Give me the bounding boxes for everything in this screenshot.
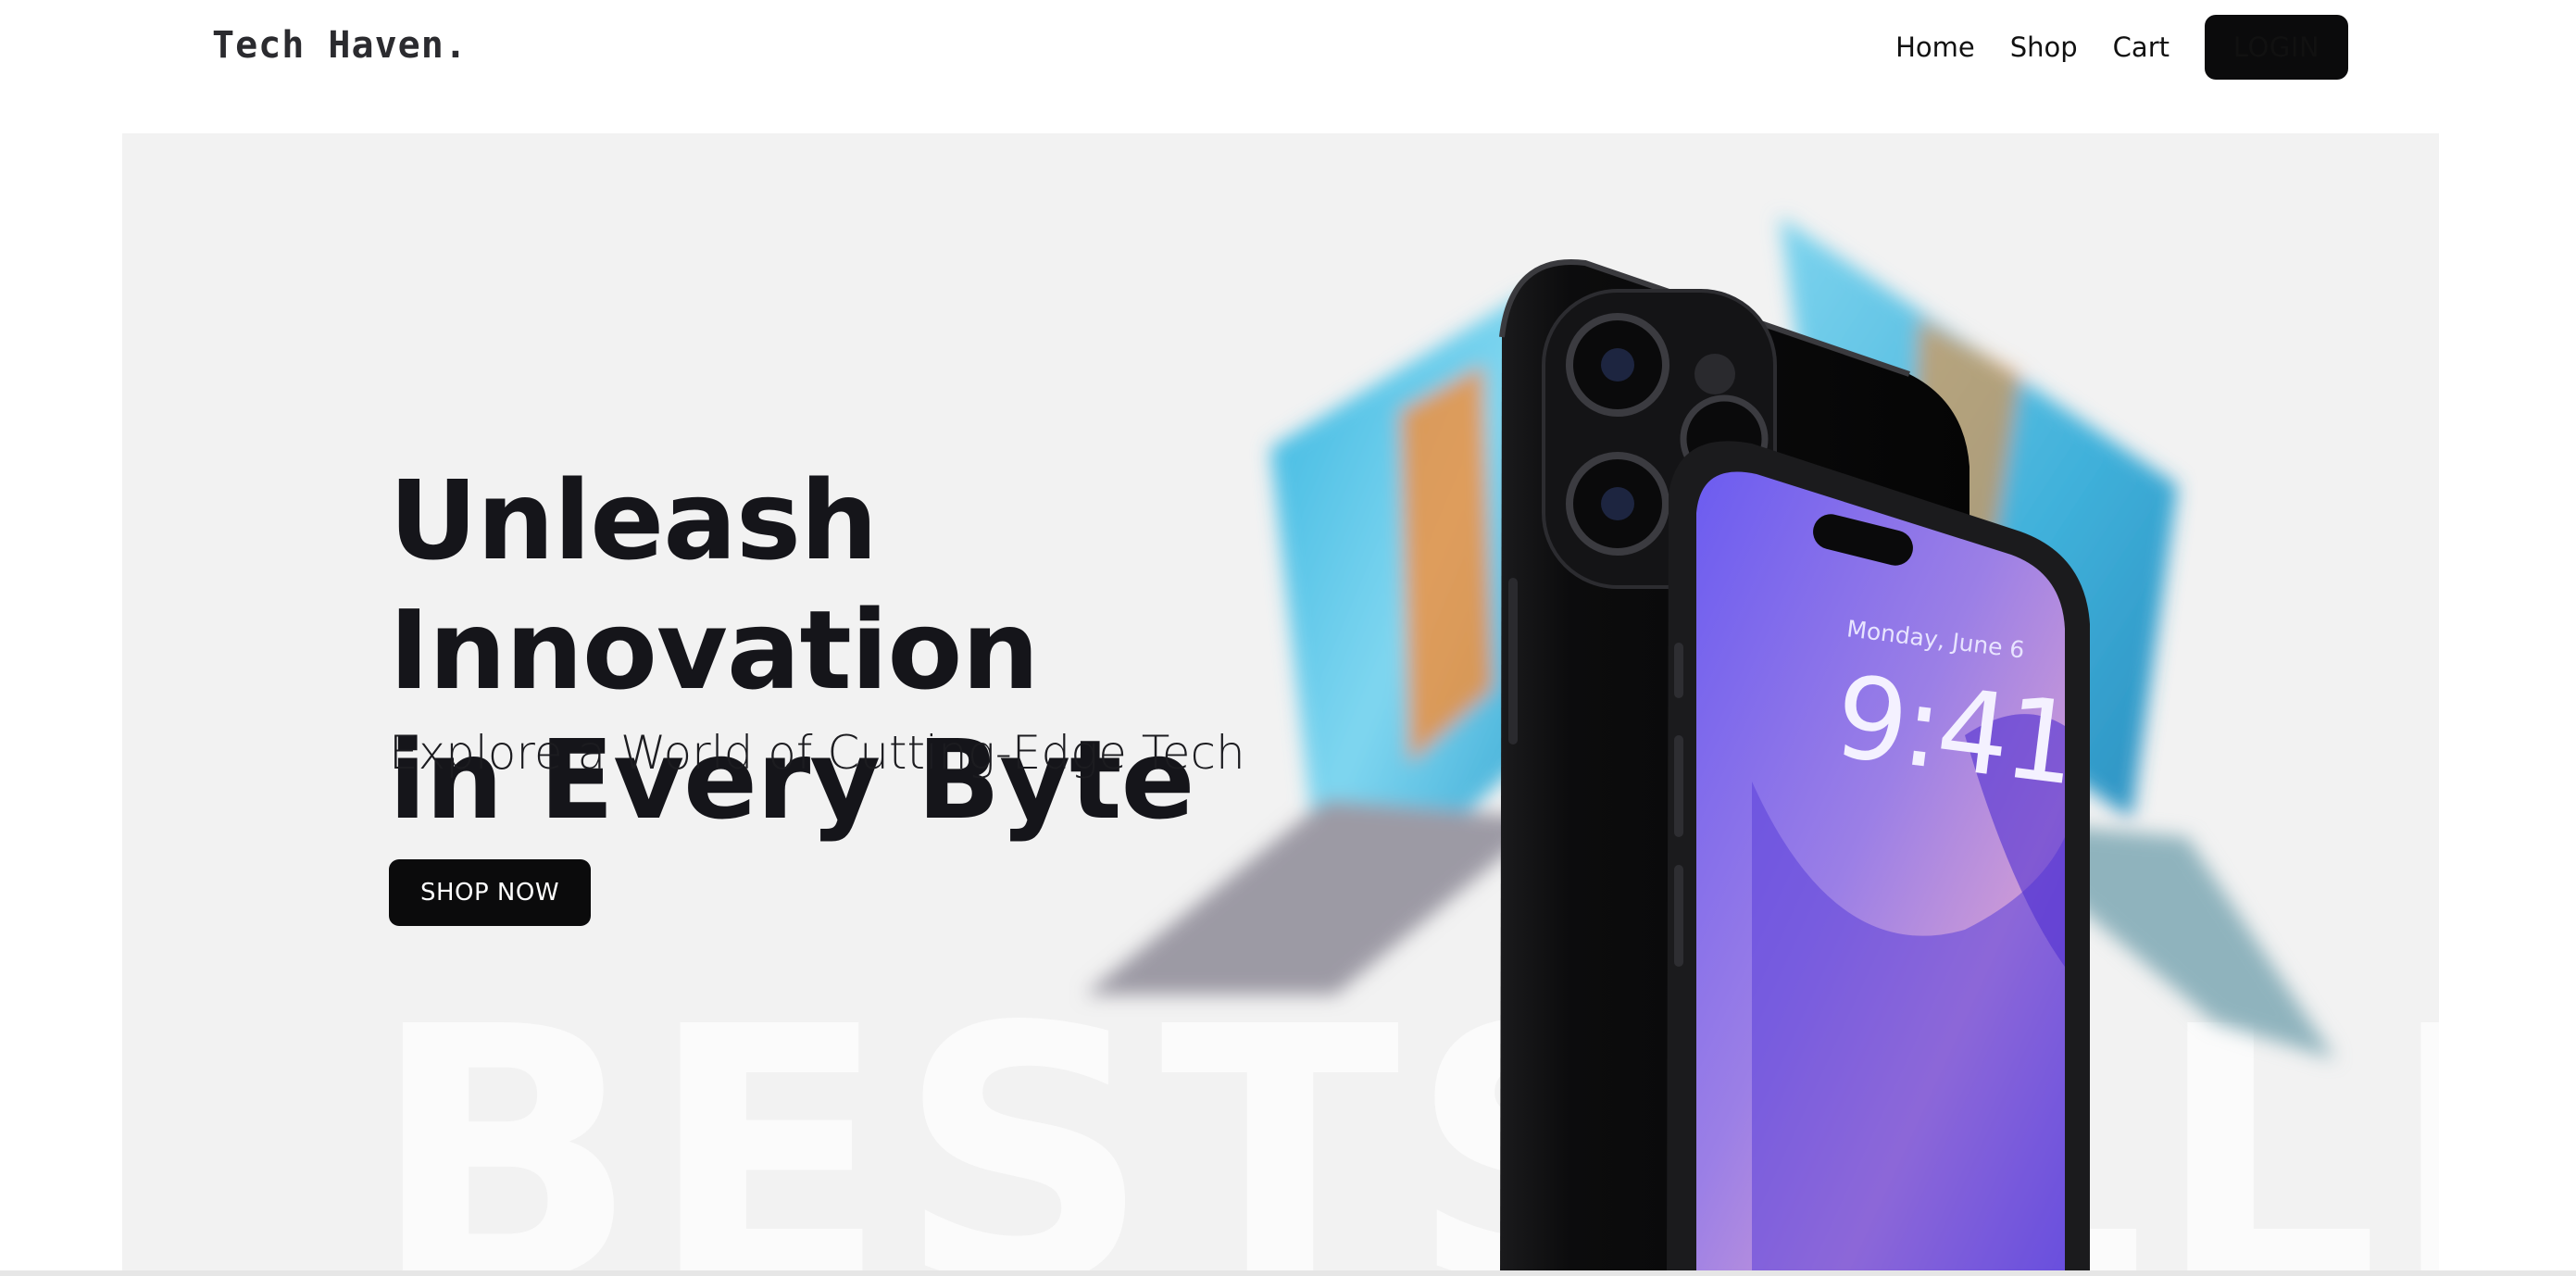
shop-now-button[interactable]: SHOP NOW — [389, 859, 591, 926]
nav-cart-link[interactable]: Cart — [2113, 31, 2170, 63]
nav-home-link[interactable]: Home — [1895, 31, 1975, 63]
hero-subtitle: Explore a World of Cutting-Edge Tech — [389, 726, 1245, 780]
login-button[interactable]: LOGIN — [2205, 15, 2348, 80]
page-bottom-divider — [0, 1270, 2576, 1276]
hero-title: Unleash Innovation in Every Byte — [389, 456, 1407, 844]
hero-banner: BESTSELLE Monday, June 6 9:41 Unleash In… — [122, 133, 2439, 1272]
main-nav: Home Shop Cart LOGIN — [1895, 15, 2348, 80]
brand-logo[interactable]: Tech Haven. — [212, 24, 468, 67]
nav-shop-link[interactable]: Shop — [2010, 31, 2078, 63]
hero-title-line-1: Unleash Innovation — [389, 457, 1039, 714]
site-header: Tech Haven. Home Shop Cart LOGIN — [0, 0, 2576, 133]
